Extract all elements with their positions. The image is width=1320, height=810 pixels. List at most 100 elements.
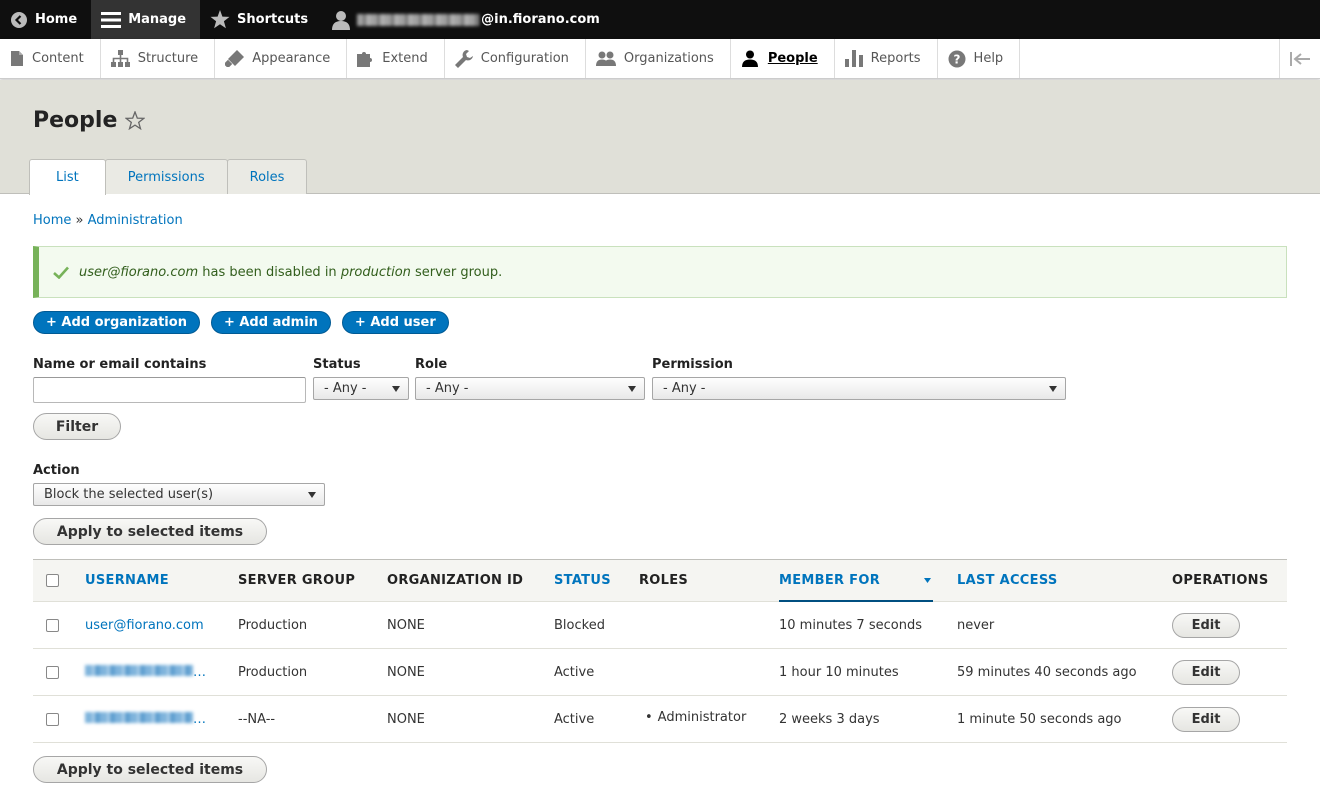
redacted-username	[357, 13, 480, 26]
row-username-cell: …	[85, 696, 206, 742]
breadcrumb: Home » Administration	[33, 213, 183, 228]
toolbar-home-link[interactable]: Home	[0, 0, 91, 39]
breadcrumb-admin-link[interactable]: Administration	[88, 213, 183, 228]
table-header: Username Server group Organization ID St…	[33, 559, 1287, 602]
message-text-2: server group.	[410, 264, 503, 280]
toolbar-shortcuts-label: Shortcuts	[237, 12, 309, 27]
page-title-text: People	[33, 108, 118, 133]
action-label: Action	[33, 463, 80, 478]
tray-item-label: Reports	[870, 51, 921, 66]
status-filter-label: Status	[313, 357, 361, 372]
username-link[interactable]: user@fiorano.com	[85, 618, 204, 633]
row-operations: Edit	[1172, 649, 1240, 695]
name-filter-label: Name or email contains	[33, 357, 207, 372]
tray-item-appearance[interactable]: Appearance	[215, 39, 348, 78]
collapse-tray-button[interactable]	[1279, 39, 1320, 78]
tray-item-structure[interactable]: Structure	[101, 39, 216, 78]
header-username[interactable]: Username	[85, 560, 169, 601]
tray-item-content[interactable]: Content	[0, 39, 101, 78]
header-last-access[interactable]: Last access	[957, 560, 1058, 601]
status-filter-select[interactable]: - Any -	[313, 377, 409, 400]
tray-item-reports[interactable]: Reports	[835, 39, 938, 78]
toolbar-home-label: Home	[35, 12, 78, 27]
add-user-button[interactable]: + Add user	[341, 311, 449, 334]
permission-filter-label: Permission	[652, 357, 733, 372]
role-filter-label: Role	[415, 357, 448, 372]
add-organization-button[interactable]: + Add organization	[33, 311, 200, 334]
row-checkbox[interactable]	[46, 712, 59, 726]
name-filter-input[interactable]	[33, 377, 306, 403]
page-title: People	[33, 108, 146, 133]
help-icon: ?	[948, 50, 966, 67]
tray-item-configuration[interactable]: Configuration	[445, 39, 586, 78]
edit-button[interactable]: Edit	[1172, 706, 1240, 732]
tray-item-help[interactable]: ? Help	[938, 39, 1021, 78]
username-link[interactable]: …	[85, 711, 206, 727]
tray-item-label: Extend	[382, 51, 428, 66]
row-select-cell	[46, 649, 59, 695]
tray-item-extend[interactable]: Extend	[347, 39, 445, 78]
admin-toolbar: Home Manage Shortcuts @in.fiorano.com	[0, 0, 1320, 39]
role-item: Administrator	[645, 710, 747, 725]
row-checkbox[interactable]	[46, 665, 59, 679]
row-checkbox[interactable]	[46, 618, 59, 632]
status-filter-value: - Any -	[324, 381, 367, 396]
table-row: … --NA-- NONE Active Administrator 2 wee…	[33, 696, 1287, 743]
tray-item-label: Help	[973, 51, 1004, 66]
bulk-action-select[interactable]: Block the selected user(s)	[33, 483, 325, 506]
permission-filter-value: - Any -	[663, 381, 706, 396]
row-last-access: 59 minutes 40 seconds ago	[957, 664, 1137, 680]
row-organization-id: NONE	[387, 711, 425, 727]
tray-item-organizations[interactable]: Organizations	[586, 39, 731, 78]
row-organization-id: NONE	[387, 617, 425, 633]
edit-button[interactable]: Edit	[1172, 612, 1240, 638]
toolbar-manage-link[interactable]: Manage	[91, 0, 201, 39]
select-all-checkbox[interactable]	[46, 574, 59, 587]
breadcrumb-home-link[interactable]: Home	[33, 213, 71, 228]
permission-filter-select[interactable]: - Any -	[652, 377, 1066, 400]
dropdown-arrow-icon	[392, 386, 400, 392]
add-admin-button[interactable]: + Add admin	[210, 311, 331, 334]
apply-selected-button-top[interactable]: Apply to selected items	[33, 518, 267, 545]
star-outline-icon[interactable]	[125, 111, 146, 130]
header-roles: Roles	[639, 573, 689, 588]
row-status: Blocked	[554, 617, 605, 633]
row-username-cell: …	[85, 649, 206, 695]
back-arrow-icon	[11, 11, 27, 28]
tab-permissions[interactable]: Permissions	[104, 159, 228, 194]
tray-item-label: Structure	[137, 51, 199, 66]
select-all-cell	[46, 560, 59, 601]
message-group: production	[340, 264, 411, 280]
apply-selected-button-bottom[interactable]: Apply to selected items	[33, 756, 267, 783]
tab-roles[interactable]: Roles	[226, 159, 308, 194]
message-email: user@fiorano.com	[79, 264, 199, 280]
star-icon	[210, 10, 230, 29]
bulk-action-value: Block the selected user(s)	[44, 487, 214, 502]
sort-desc-icon	[924, 577, 931, 583]
username-link[interactable]: …	[85, 664, 206, 680]
tray-item-label: Appearance	[252, 51, 331, 66]
redacted-username	[85, 711, 193, 723]
dropdown-arrow-icon	[1049, 386, 1057, 392]
toolbar-user-link[interactable]: @in.fiorano.com	[322, 0, 614, 39]
document-icon	[11, 51, 23, 66]
edit-button[interactable]: Edit	[1172, 659, 1240, 685]
row-roles: Administrator	[645, 696, 747, 742]
filter-button[interactable]: Filter	[33, 413, 121, 440]
role-filter-select[interactable]: - Any -	[415, 377, 645, 400]
header-status[interactable]: Status	[554, 560, 611, 601]
bar-chart-icon	[844, 50, 863, 67]
row-member-for: 1 hour 10 minutes	[779, 664, 899, 680]
row-server-group: Production	[238, 664, 308, 680]
toolbar-shortcuts-link[interactable]: Shortcuts	[200, 0, 322, 39]
header-member-for-label: Member for	[779, 572, 881, 588]
tray-item-people[interactable]: People	[731, 39, 835, 78]
row-select-cell	[46, 602, 59, 648]
row-select-cell	[46, 696, 59, 742]
row-status: Active	[554, 711, 595, 727]
tab-list[interactable]: List	[29, 159, 106, 195]
username-ellipsis: …	[193, 711, 206, 727]
header-member-for[interactable]: Member for	[779, 560, 933, 602]
row-last-access: never	[957, 617, 995, 633]
user-icon	[332, 10, 351, 30]
